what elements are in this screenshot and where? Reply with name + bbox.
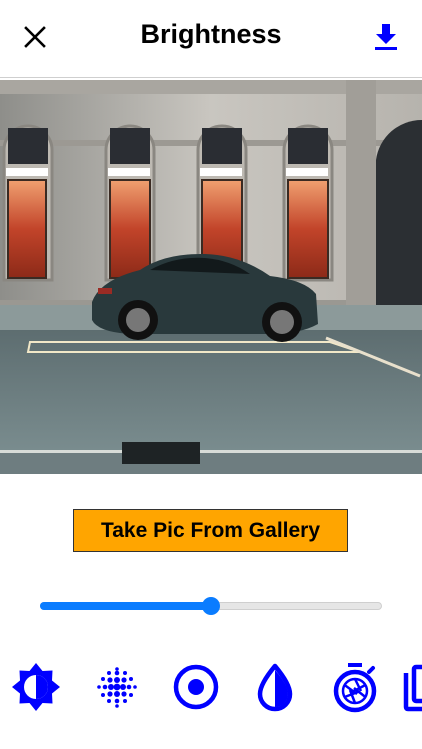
- slider-thumb[interactable]: [202, 597, 220, 615]
- edited-photo: [0, 80, 422, 474]
- slider-fill: [40, 602, 211, 610]
- exposure-tool[interactable]: [329, 660, 381, 714]
- blur-tool[interactable]: [91, 660, 143, 714]
- download-icon: [375, 24, 397, 50]
- radio-target-icon: [173, 664, 219, 710]
- download-button[interactable]: [370, 20, 402, 54]
- take-pic-from-gallery-button[interactable]: Take Pic From Gallery: [73, 509, 348, 552]
- page-title: Brightness: [140, 19, 282, 49]
- copy-icon: [403, 664, 422, 712]
- brightness-slider[interactable]: [40, 596, 382, 616]
- shutter-timer-icon: [333, 663, 377, 713]
- contrast-tool[interactable]: [249, 660, 301, 714]
- app-header: Brightness: [0, 0, 422, 78]
- brightness-icon: [12, 663, 60, 711]
- filter-toolbar: [0, 660, 422, 716]
- vignette-tool[interactable]: [170, 660, 222, 714]
- brightness-tool[interactable]: [10, 660, 62, 714]
- copy-tool[interactable]: [402, 660, 422, 714]
- contrast-drop-icon: [257, 663, 293, 712]
- blur-dots-icon: [97, 667, 137, 708]
